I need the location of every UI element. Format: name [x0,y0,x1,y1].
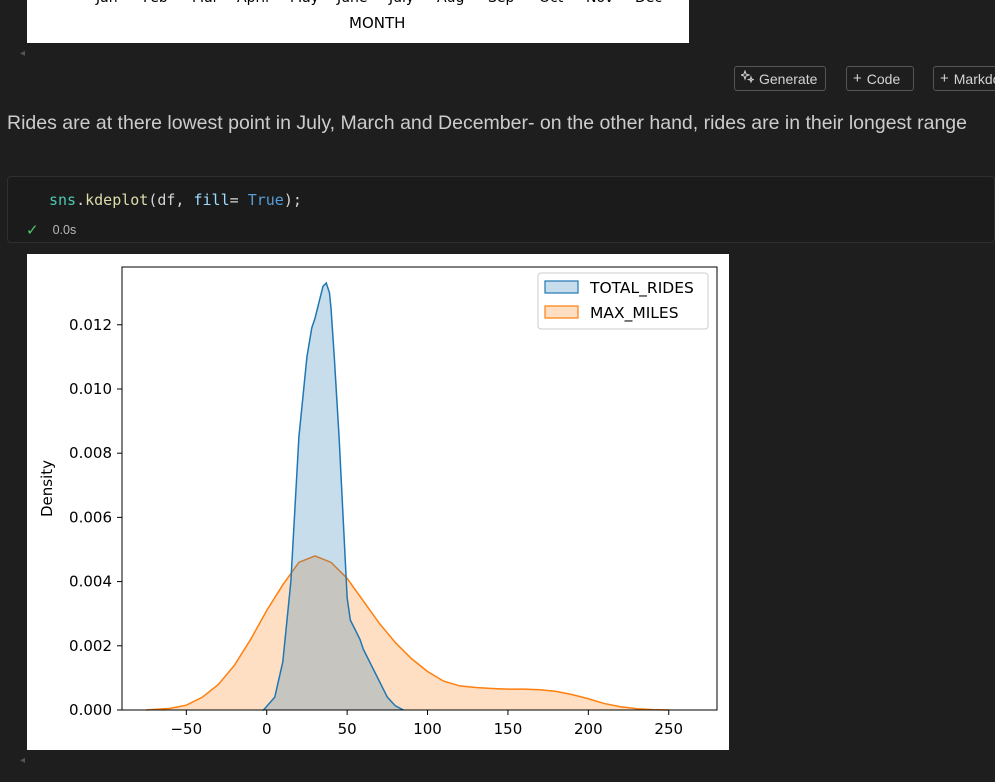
code-line[interactable]: sns.kdeplot(df, fill= True); [49,191,302,209]
code-token-module: sns [49,191,77,209]
legend-label-max_miles: MAX_MILES [590,304,679,323]
y-tick-label: 0.000 [69,701,112,719]
y-tick-label: 0.008 [69,444,112,462]
axes-frame [121,266,718,711]
month-tick-label: Mar [192,0,218,6]
y-tick-label: 0.012 [69,316,112,334]
code-label: Code [866,70,901,87]
month-tick-label: April [237,0,269,6]
code-cell[interactable]: sns.kdeplot(df, fill= True); ✓ 0.0s [7,176,995,243]
month-tick-label: June [337,0,368,6]
x-tick-label: 250 [654,720,683,738]
y-tick-label: 0.010 [69,380,112,398]
x-tick-label: −50 [170,720,202,738]
code-token-arg: df, [157,191,194,209]
x-tick-label: 200 [574,720,603,738]
sparkle-icon [739,69,756,87]
scroll-left-arrow-icon[interactable]: ◂ [20,48,25,59]
x-tick-label: 100 [413,720,442,738]
add-markdown-cell-button[interactable]: + Markdown [933,66,995,91]
code-token-close: ); [283,191,302,209]
markdown-cell-text[interactable]: Rides are at there lowest point in July,… [7,112,995,135]
month-axis-label: MONTH [349,14,406,32]
legend-label-total_rides: TOTAL_RIDES [589,279,694,298]
month-tick-label: Feb [143,0,168,6]
code-token-keyword: fill [193,191,230,209]
legend-swatch-max_miles [544,305,579,319]
legend-swatch-total_rides [544,280,579,294]
generate-button[interactable]: Generate [734,66,826,91]
success-check-icon: ✓ [26,221,39,239]
y-tick-label: 0.004 [69,573,112,591]
y-axis-label: Density [38,460,56,517]
execution-status: ✓ 0.0s [26,221,76,239]
y-tick-label: 0.002 [69,637,112,655]
previous-chart-output: Jan Feb Mar April May June July Aug Sep Oct Nov Dec… [27,0,689,43]
month-tick-label: May [290,0,319,6]
code-token-function: kdeplot [85,191,149,209]
code-token-bool: True [247,191,284,209]
y-tick-label: 0.006 [69,508,112,526]
month-tick-label: July [389,0,414,6]
month-tick-label: Oct [539,0,563,6]
code-token-equals: = [229,191,248,209]
plus-icon: + [853,70,862,87]
scroll-left-arrow-icon[interactable]: ◂ [20,755,25,766]
month-tick-labels: Jan Feb Mar April May June July Aug Sep Oct Nov Dec [27,0,689,6]
x-tick-label: 0 [262,720,272,738]
x-tick-label: 150 [494,720,523,738]
markdown-label: Markdown [953,70,995,87]
plus-icon: + [940,70,949,87]
execution-time: 0.0s [52,223,77,237]
series-area-max_miles [146,555,669,710]
code-token-dot: . [76,191,86,209]
month-tick-label: Dec [635,0,662,6]
month-tick-label: Jan [96,0,118,6]
generate-label: Generate [759,70,818,87]
kde-chart: −50 0 50 100 150 200 250 0.000 0.002 0.004 0.006 0.… [38,266,718,738]
month-tick-label: Aug [437,0,464,6]
x-tick-label: 50 [338,720,357,738]
kde-plot-output: −50 0 50 100 150 200 250 0.000 0.002 0.004 0.006 0.… [27,254,729,750]
add-code-cell-button[interactable]: + Code [846,66,914,91]
month-tick-label: Nov [586,0,613,6]
month-tick-label: Sep [488,0,514,6]
